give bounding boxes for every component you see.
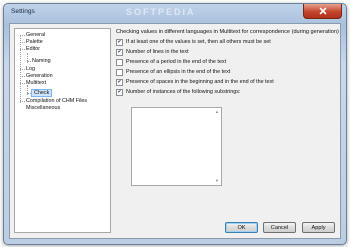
settings-tree[interactable]: General Palette Editor Naming Log Genera…	[14, 28, 111, 233]
checkmark-icon: ✔	[117, 48, 122, 55]
tree-connector	[20, 49, 25, 50]
tree-connector	[27, 61, 31, 62]
checkbox-label: Presence of a period in the end of the t…	[126, 59, 227, 65]
checkbox[interactable]: ✔	[116, 48, 123, 56]
check-row-substring-instances[interactable]: ✔ Number of instances of the following s…	[116, 88, 240, 96]
check-row-leading-trailing-spaces[interactable]: ✔ Presence of spaces in the beginning an…	[116, 78, 274, 86]
tree-connector	[20, 83, 25, 84]
dialog-body: General Palette Editor Naming Log Genera…	[9, 23, 341, 239]
checkbox[interactable]: ✔	[116, 78, 123, 86]
tree-connector	[20, 42, 25, 43]
checkbox[interactable]: ✔	[116, 88, 123, 96]
substrings-list[interactable]: ▲ ▼	[131, 107, 222, 186]
check-row-number-of-lines[interactable]: ✔ Number of lines in the text	[116, 48, 189, 56]
checkbox-label: Number of instances of the following sub…	[126, 89, 241, 95]
close-icon	[319, 7, 326, 15]
tree-item-multitext[interactable]: Multitext	[26, 79, 46, 87]
checkbox[interactable]: ✔	[116, 38, 123, 46]
cancel-button[interactable]: Cancel	[263, 222, 296, 233]
close-button[interactable]	[303, 4, 342, 19]
checkmark-icon: ✔	[117, 88, 122, 95]
check-row-period-at-end[interactable]: Presence of a period in the end of the t…	[116, 58, 226, 66]
checkbox-label: Number of lines in the text	[126, 49, 189, 55]
checkbox-label: Presence of an ellipsis in the end of th…	[126, 69, 231, 75]
ok-button[interactable]: OK	[225, 222, 258, 233]
checkbox-label: Presence of spaces in the beginning and …	[126, 79, 274, 85]
checkbox[interactable]	[116, 68, 123, 76]
tree-item-editor[interactable]: Editor	[26, 45, 40, 53]
tree-item-check[interactable]: Check	[31, 89, 53, 97]
checkmark-icon: ✔	[117, 78, 122, 85]
watermark: SOFTPEDIA	[126, 7, 196, 17]
tree-connector	[20, 35, 25, 36]
scroll-down-icon[interactable]: ▼	[215, 179, 219, 183]
tree-connector	[20, 69, 25, 70]
tree-item-miscellaneous[interactable]: Miscellaneous	[26, 104, 60, 112]
scroll-up-icon[interactable]: ▲	[215, 110, 219, 114]
check-row-ellipsis-at-end[interactable]: Presence of an ellipsis in the end of th…	[116, 68, 230, 76]
check-row-all-values-set[interactable]: ✔ If at least one of the values is set, …	[116, 38, 271, 46]
tree-item-naming[interactable]: Naming	[32, 57, 51, 65]
section-title: Checking values in different languages i…	[116, 29, 339, 35]
checkbox[interactable]	[116, 58, 123, 66]
title-bar[interactable]: Settings SOFTPEDIA	[4, 4, 346, 23]
checkmark-icon: ✔	[117, 38, 122, 45]
settings-window: Settings SOFTPEDIA General Palette Edito…	[3, 3, 347, 245]
apply-button[interactable]: Apply	[302, 222, 335, 233]
tree-connector	[20, 76, 25, 77]
tree-connector	[20, 101, 25, 102]
window-title: Settings	[11, 8, 35, 15]
checkbox-label: If at least one of the values is set, th…	[126, 39, 271, 45]
